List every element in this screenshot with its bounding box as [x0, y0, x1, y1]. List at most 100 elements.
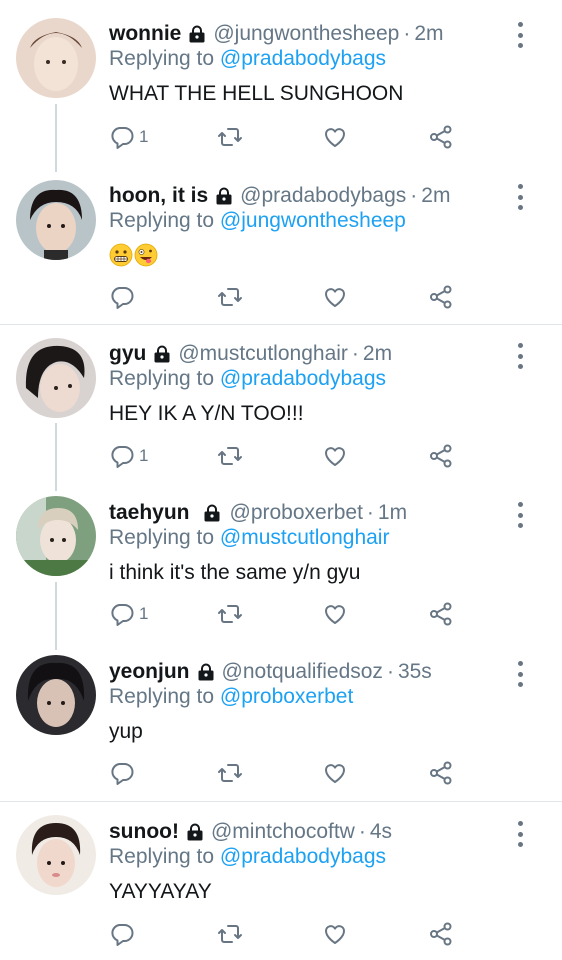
- timestamp[interactable]: 2m: [421, 182, 450, 210]
- reply-button[interactable]: 1: [109, 601, 148, 627]
- mention-link[interactable]: @mustcutlonghair: [220, 526, 390, 549]
- like-button[interactable]: [322, 921, 348, 947]
- mention-link[interactable]: @proboxerbet: [220, 685, 353, 708]
- heart-icon: [324, 288, 346, 307]
- more-options-button[interactable]: [514, 22, 526, 48]
- tweet-emojis: [109, 243, 522, 269]
- tweet[interactable]: hoon, it is @pradabodybags · 2m Replying…: [0, 162, 562, 324]
- retweet-button[interactable]: [217, 601, 243, 627]
- replying-to-label: Replying to: [109, 685, 215, 708]
- tweet-text: WHAT THE HELL SUNGHOON: [109, 82, 404, 105]
- replying-to: Replying to @pradabodybags: [109, 843, 522, 871]
- author-name[interactable]: sunoo!: [109, 818, 179, 846]
- share-button[interactable]: [428, 124, 454, 150]
- mention-link[interactable]: @jungwonthesheep: [220, 209, 406, 232]
- retweet-button[interactable]: [217, 124, 243, 150]
- author-handle[interactable]: @notqualifiedsoz: [222, 658, 383, 686]
- reply-icon: [111, 287, 134, 309]
- more-options-button[interactable]: [514, 502, 526, 528]
- replying-to: Replying to @mustcutlonghair: [109, 524, 522, 552]
- share-icon: [430, 444, 452, 468]
- share-button[interactable]: [428, 284, 454, 310]
- more-options-button[interactable]: [514, 184, 526, 210]
- lock-icon: [196, 662, 216, 682]
- zany-face-emoji: [134, 243, 158, 267]
- timestamp[interactable]: 1m: [378, 499, 407, 527]
- author-name[interactable]: gyu: [109, 340, 146, 368]
- reply-button[interactable]: [109, 921, 139, 947]
- replying-to-label: Replying to: [109, 367, 215, 390]
- author-name[interactable]: yeonjun: [109, 658, 190, 686]
- more-options-button[interactable]: [514, 343, 526, 369]
- tweet-text: yup: [109, 720, 143, 743]
- author-handle[interactable]: @mintchocoftw: [211, 818, 355, 846]
- lock-icon: [185, 822, 205, 842]
- grimacing-face-emoji: [109, 243, 133, 267]
- like-button[interactable]: [322, 443, 348, 469]
- reply-icon: [111, 604, 134, 626]
- separator-dot: ·: [351, 342, 359, 365]
- tweet[interactable]: yeonjun @notqualifiedsoz · 35s Replying …: [0, 643, 562, 801]
- retweet-icon: [218, 447, 242, 465]
- avatar[interactable]: [16, 655, 96, 735]
- timestamp[interactable]: 4s: [370, 818, 392, 846]
- reply-count: 1: [139, 127, 149, 146]
- like-button[interactable]: [322, 124, 348, 150]
- action-bar: 1: [0, 601, 562, 631]
- reply-button[interactable]: [109, 284, 139, 310]
- tweet[interactable]: sunoo! @mintchocoftw · 4s Replying to @p…: [0, 801, 562, 960]
- timestamp[interactable]: 2m: [363, 340, 392, 368]
- author-handle[interactable]: @jungwonthesheep: [213, 20, 399, 48]
- avatar[interactable]: [16, 180, 96, 260]
- replying-to: Replying to @jungwonthesheep: [109, 207, 522, 235]
- share-button[interactable]: [428, 601, 454, 627]
- timestamp[interactable]: 35s: [398, 658, 432, 686]
- retweet-icon: [218, 605, 242, 623]
- like-button[interactable]: [322, 284, 348, 310]
- reply-button[interactable]: 1: [109, 443, 148, 469]
- author-handle[interactable]: @pradabodybags: [240, 182, 406, 210]
- lock-icon: [187, 24, 207, 44]
- replying-to: Replying to @pradabodybags: [109, 45, 522, 73]
- tweet[interactable]: gyu @mustcutlonghair · 2m Replying to @p…: [0, 324, 562, 484]
- author-name[interactable]: wonnie: [109, 20, 181, 48]
- author-name[interactable]: taehyun: [109, 499, 190, 527]
- like-button[interactable]: [322, 601, 348, 627]
- heart-icon: [324, 764, 346, 783]
- reply-button[interactable]: [109, 760, 139, 786]
- timestamp[interactable]: 2m: [414, 20, 443, 48]
- separator-dot: ·: [403, 22, 411, 45]
- author-handle[interactable]: @proboxerbet: [230, 499, 363, 527]
- tweet[interactable]: taehyun @proboxerbet · 1m Replying to @m…: [0, 484, 562, 643]
- avatar[interactable]: [16, 18, 96, 98]
- more-options-button[interactable]: [514, 821, 526, 847]
- avatar[interactable]: [16, 338, 96, 418]
- share-icon: [430, 761, 452, 785]
- action-bar: [0, 921, 562, 951]
- separator-dot: ·: [358, 820, 366, 843]
- share-icon: [430, 285, 452, 309]
- retweet-button[interactable]: [217, 443, 243, 469]
- retweet-button[interactable]: [217, 284, 243, 310]
- more-options-button[interactable]: [514, 661, 526, 687]
- mention-link[interactable]: @pradabodybags: [220, 47, 386, 70]
- mention-link[interactable]: @pradabodybags: [220, 367, 386, 390]
- share-button[interactable]: [428, 760, 454, 786]
- like-button[interactable]: [322, 760, 348, 786]
- tweet[interactable]: wonnie @jungwonthesheep · 2m Replying to…: [0, 0, 562, 162]
- share-button[interactable]: [428, 443, 454, 469]
- avatar[interactable]: [16, 496, 96, 576]
- author-handle[interactable]: @mustcutlonghair: [178, 340, 348, 368]
- replying-to: Replying to @pradabodybags: [109, 365, 522, 393]
- heart-icon: [324, 605, 346, 624]
- separator-dot: ·: [386, 660, 394, 683]
- mention-link[interactable]: @pradabodybags: [220, 845, 386, 868]
- author-name[interactable]: hoon, it is: [109, 182, 208, 210]
- reply-button[interactable]: 1: [109, 124, 148, 150]
- replying-to: Replying to @proboxerbet: [109, 683, 522, 711]
- share-button[interactable]: [428, 921, 454, 947]
- retweet-button[interactable]: [217, 760, 243, 786]
- retweet-button[interactable]: [217, 921, 243, 947]
- avatar[interactable]: [16, 815, 96, 895]
- reply-icon: [111, 127, 134, 149]
